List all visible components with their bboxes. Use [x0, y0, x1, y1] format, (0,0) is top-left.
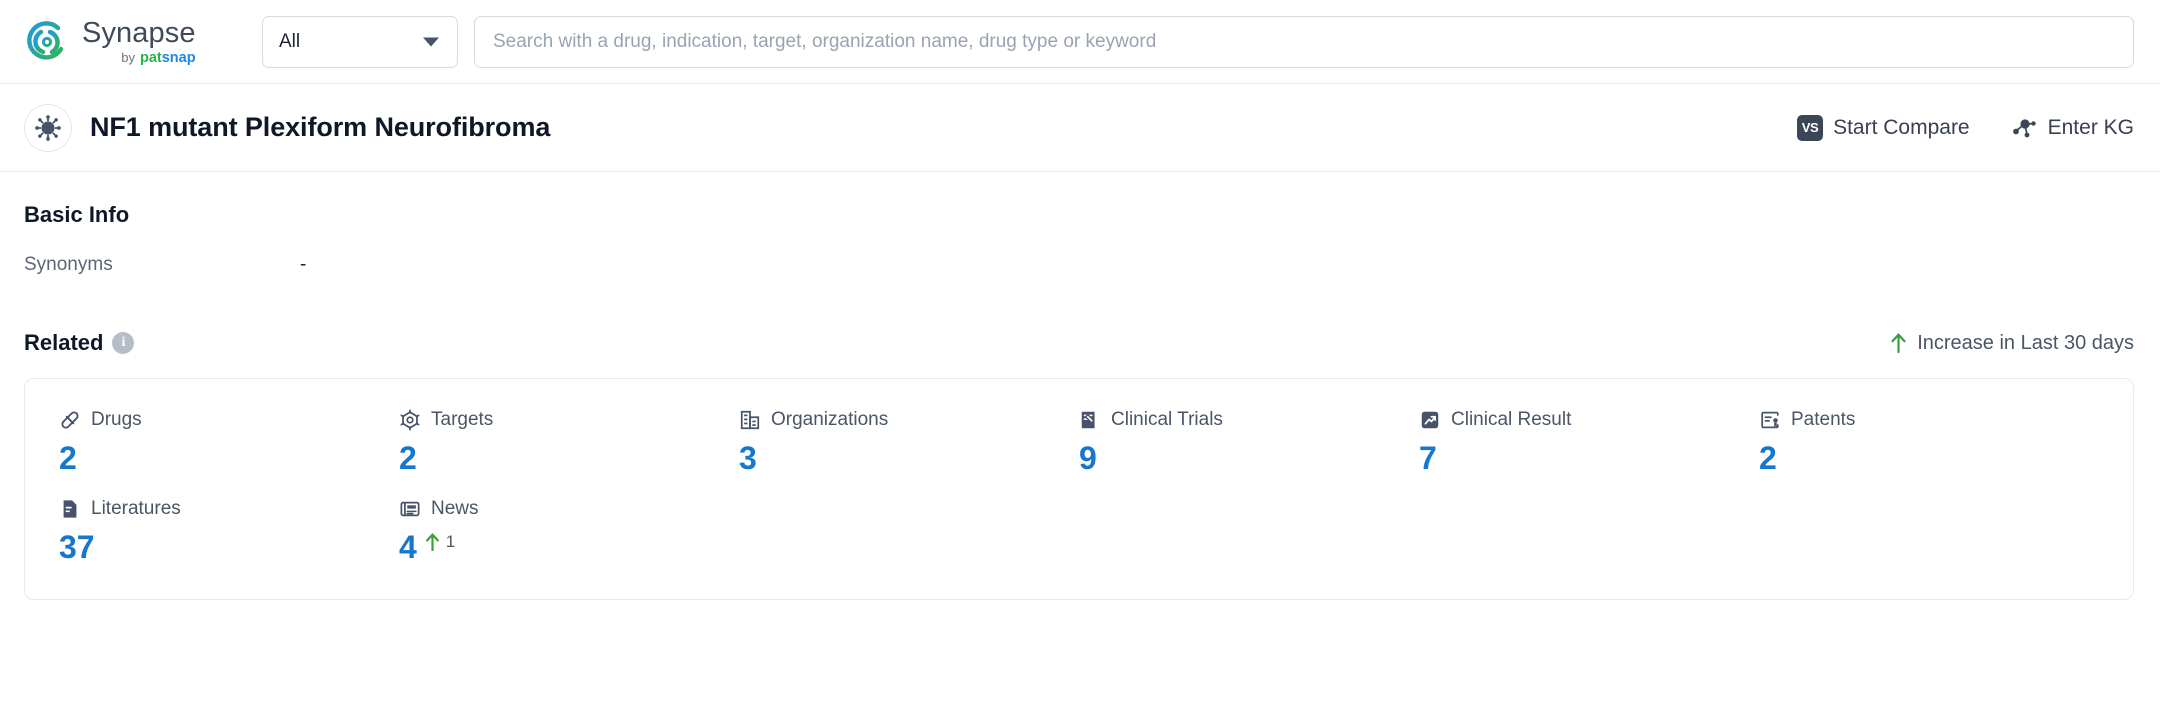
clinical-result-icon	[1419, 409, 1441, 431]
page-title: NF1 mutant Plexiform Neurofibroma	[90, 112, 551, 142]
stat-label: Drugs	[91, 409, 142, 430]
brand-logo-group[interactable]: Synapse by patsnap	[24, 17, 262, 66]
info-icon[interactable]: i	[112, 332, 135, 354]
literature-icon	[59, 498, 81, 520]
stat-value: 3	[739, 440, 757, 476]
stat-patents[interactable]: Patents 2	[1759, 409, 2099, 476]
avatar	[24, 103, 72, 152]
stat-clinical-trials[interactable]: Clinical Trials 9	[1079, 409, 1419, 476]
stat-drugs[interactable]: Drugs 2	[59, 409, 399, 476]
stat-label: Targets	[431, 409, 494, 430]
pill-icon	[59, 409, 81, 431]
knowledge-graph-icon	[2010, 116, 2038, 140]
related-stats-card: Drugs 2 Targets 2 Organizations 3 Clinic…	[24, 378, 2134, 601]
search-input[interactable]	[493, 30, 2115, 53]
synonyms-label: Synonyms	[24, 254, 113, 275]
stat-label: Patents	[1791, 409, 1856, 430]
related-title: Related	[24, 330, 104, 355]
increase-legend-label: Increase in Last 30 days	[1917, 331, 2134, 354]
synonyms-value: -	[300, 254, 307, 275]
stat-delta: 1	[425, 532, 455, 552]
stat-label: News	[431, 498, 479, 520]
related-header: Related i Increase in Last 30 days	[24, 330, 2134, 356]
building-icon	[739, 409, 761, 431]
synonyms-row: Synonyms -	[24, 254, 2134, 276]
stat-value: 2	[59, 440, 77, 476]
chevron-down-icon	[423, 37, 439, 46]
synapse-swirl-logo-icon	[24, 19, 70, 65]
stat-targets[interactable]: Targets 2	[399, 409, 739, 476]
stat-value: 37	[59, 529, 95, 566]
virus-icon	[35, 114, 61, 141]
brand-snap-label: snap	[161, 50, 196, 67]
entity-title-bar: NF1 mutant Plexiform Neurofibroma VS Sta…	[0, 84, 2160, 172]
stat-organizations[interactable]: Organizations 3	[739, 409, 1079, 476]
stat-label: Clinical Result	[1451, 409, 1572, 430]
stat-label: Clinical Trials	[1111, 409, 1223, 430]
search-scope-select[interactable]: All	[262, 15, 458, 68]
stat-value: 4	[399, 529, 417, 566]
stat-value: 9	[1079, 440, 1097, 476]
brand-by-label: by	[121, 50, 135, 66]
increase-legend: Increase in Last 30 days	[1890, 332, 2134, 355]
stat-news[interactable]: News 4 1	[399, 498, 739, 565]
brand-name: Synapse	[82, 17, 196, 50]
top-bar: Synapse by patsnap All	[0, 0, 2160, 84]
stat-label: Literatures	[91, 498, 181, 520]
search-scope-value: All	[279, 30, 301, 52]
enter-kg-button[interactable]: Enter KG	[2010, 116, 2134, 140]
stat-value: 2	[399, 440, 417, 476]
search-box[interactable]	[474, 15, 2134, 68]
stat-clinical-result[interactable]: Clinical Result 7	[1419, 409, 1759, 476]
vs-badge-icon: VS	[1797, 114, 1824, 141]
main-content: Basic Info Synonyms - Related i Increase…	[0, 172, 2160, 601]
stat-delta-value: 1	[445, 532, 456, 552]
stat-label: Organizations	[771, 409, 889, 430]
arrow-up-icon	[1890, 332, 1907, 354]
stat-literatures[interactable]: Literatures 37	[59, 498, 399, 565]
target-icon	[399, 409, 421, 431]
start-compare-button[interactable]: VS Start Compare	[1797, 114, 1970, 141]
stat-value: 2	[1759, 440, 1777, 476]
title-actions: VS Start Compare Enter KG	[1797, 114, 2134, 141]
start-compare-label: Start Compare	[1833, 115, 1970, 139]
news-icon	[399, 498, 421, 520]
arrow-up-icon	[425, 532, 440, 552]
clinical-trial-icon	[1079, 409, 1101, 431]
stat-value: 7	[1419, 440, 1437, 476]
patent-icon	[1759, 409, 1781, 431]
brand-pat-label: pat	[139, 50, 162, 67]
enter-kg-label: Enter KG	[2047, 115, 2134, 139]
basic-info-title: Basic Info	[24, 202, 130, 227]
